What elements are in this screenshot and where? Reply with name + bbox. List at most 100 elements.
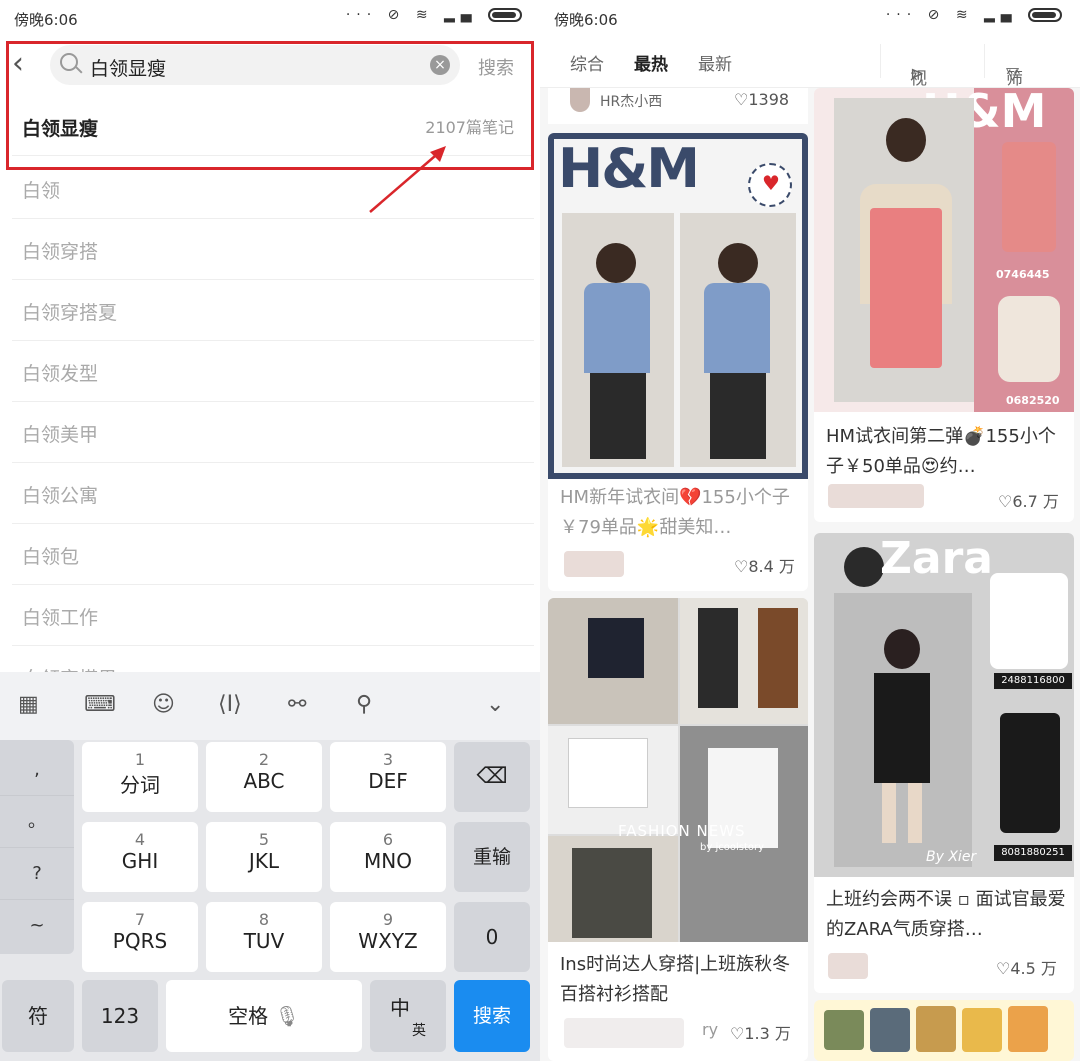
key-7[interactable]: 7PQRS: [82, 902, 198, 972]
keyboard-toolbar: ▦ ⌨ ☺ ⟨I⟩ ⚯ ⚲ ⌄: [0, 672, 540, 740]
suggestion-item[interactable]: 白领工作: [12, 585, 534, 646]
note-title: HM新年试衣间💔155小个子￥79单品🌟甜美知…: [560, 483, 800, 543]
key-8[interactable]: 8TUV: [206, 902, 322, 972]
status-time: 傍晚6:06: [554, 9, 618, 30]
battery-icon: [1028, 8, 1062, 22]
note-card-partial[interactable]: [814, 1000, 1074, 1061]
key-tilde[interactable]: ~: [0, 900, 74, 952]
key-2[interactable]: 2ABC: [206, 742, 322, 812]
reenter-key[interactable]: 重输: [454, 822, 530, 892]
like-count: ♡8.4 万: [734, 553, 795, 577]
like-count: ♡6.7 万: [998, 488, 1059, 512]
dress-product: [1000, 713, 1060, 833]
filter-icon: ▽: [1006, 64, 1019, 84]
author-blurred: [828, 953, 868, 979]
author-blurred: [564, 1018, 684, 1048]
search-suggestion-screen: 傍晚6:06 ··· ⊘ ≋ ▂▄ ‹ 白领显瘦 × 搜索 白领显瘦 2107篇…: [0, 0, 540, 1061]
suggestion-item[interactable]: 白领包: [12, 524, 534, 585]
note-cover-image: FASHION NEWS by jcoolstory: [548, 598, 808, 942]
result-tabs: 综合 最热 最新 视频 ⊳ 筛选 ▽: [540, 36, 1080, 88]
brand-text: Zara: [880, 533, 993, 584]
product-code: 0682520: [1006, 394, 1060, 407]
note-cover-image: H&M ♥: [548, 133, 808, 479]
key-period[interactable]: 。: [0, 796, 74, 848]
note-title: 上班约会两不误 ▫ 面试官最爱的ZARA气质穿搭…: [826, 885, 1066, 945]
note-card[interactable]: Zara 2488116800 8081880251 By Xier 上班约会两…: [814, 533, 1074, 993]
note-cover-image: H&M 0746445 0682520: [814, 88, 1074, 412]
keyboard-icon[interactable]: ⌨: [84, 692, 116, 717]
key-question[interactable]: ?: [0, 848, 74, 900]
suggestion-item[interactable]: 白领公寓: [12, 463, 534, 524]
tab-divider: [880, 44, 881, 78]
photo: [834, 593, 972, 867]
note-card-partial[interactable]: HR杰小西 ♡1398: [548, 88, 808, 124]
keyboard: , 。 ? ~ 1分词 2ABC 3DEF ⌫ 4GHI 5JKL 6MNO 重…: [0, 740, 540, 1061]
photo-left: [562, 213, 674, 467]
key-4[interactable]: 4GHI: [82, 822, 198, 892]
author-name: HR杰小西: [600, 91, 662, 111]
note-title: HM试衣间第二弹💣155小个子￥50单品😍约…: [826, 422, 1062, 482]
product-code: 8081880251: [994, 845, 1072, 861]
tab-divider: [984, 44, 985, 78]
space-key[interactable]: 空格 🎙: [166, 980, 362, 1052]
logo-dot: [844, 547, 884, 587]
symbol-key[interactable]: 符: [2, 980, 74, 1052]
brand-text: H&M: [558, 137, 698, 200]
key-1[interactable]: 1分词: [82, 742, 198, 812]
suggestion-item[interactable]: 白领发型: [12, 341, 534, 402]
photo: [834, 98, 974, 402]
key-comma[interactable]: ,: [0, 744, 74, 796]
heart-badge-icon: ♥: [748, 163, 792, 207]
suggestion-item[interactable]: 白领: [12, 158, 534, 219]
battery-icon: [488, 8, 522, 22]
mic-icon: 🎙: [274, 1004, 299, 1028]
suggestion-item[interactable]: 白领穿搭夏: [12, 280, 534, 341]
language-key[interactable]: 中英: [370, 980, 446, 1052]
backspace-key[interactable]: ⌫: [454, 742, 530, 812]
note-title: Ins时尚达人穿搭|上班族秋冬百搭衬衫搭配: [560, 950, 800, 1010]
heart-icon: ♡: [998, 492, 1012, 511]
note-card[interactable]: H&M 0746445 0682520 HM试衣间第二弹💣155小个子￥50单品…: [814, 88, 1074, 522]
key-6[interactable]: 6MNO: [330, 822, 446, 892]
suggestion-item[interactable]: 白领穿搭: [12, 219, 534, 280]
status-icons: ··· ⊘ ≋ ▂▄: [346, 7, 522, 23]
backspace-icon: ⌫: [476, 764, 507, 789]
collapse-icon[interactable]: ⌄: [486, 692, 504, 717]
photo-right: [680, 213, 796, 467]
grid-icon[interactable]: ▦: [18, 692, 39, 717]
key-3[interactable]: 3DEF: [330, 742, 446, 812]
punctuation-column: , 。 ? ~: [0, 740, 74, 954]
space-label: 空格: [228, 1004, 268, 1028]
tab-new[interactable]: 最新: [698, 50, 732, 75]
author-blurred: [828, 484, 924, 508]
note-card[interactable]: H&M ♥ HM新年试衣间💔155小个子￥79单品🌟甜美知… ♡8.4 万: [548, 133, 808, 591]
status-bar: 傍晚6:06 ··· ⊘ ≋ ▂▄: [0, 0, 540, 36]
cursor-icon[interactable]: ⟨I⟩: [218, 692, 242, 717]
number-key[interactable]: 123: [82, 980, 158, 1052]
like-count: ♡1398: [734, 90, 789, 109]
status-icons: ··· ⊘ ≋ ▂▄: [886, 7, 1062, 23]
heart-icon: ♡: [734, 90, 748, 109]
product-code: 2488116800: [994, 673, 1072, 689]
suggestion-item[interactable]: 白领美甲: [12, 402, 534, 463]
search-icon[interactable]: ⚲: [356, 692, 372, 717]
author-name-tail: ry: [702, 1020, 718, 1039]
link-icon[interactable]: ⚯: [288, 692, 306, 717]
heart-icon: ♡: [734, 557, 748, 576]
key-5[interactable]: 5JKL: [206, 822, 322, 892]
play-icon: ⊳: [910, 64, 924, 84]
tab-hot[interactable]: 最热: [634, 50, 668, 75]
screenshot-composite: 傍晚6:06 ··· ⊘ ≋ ▂▄ ‹ 白领显瘦 × 搜索 白领显瘦 2107篇…: [0, 0, 1080, 1061]
avatar: [570, 88, 590, 112]
tab-all[interactable]: 综合: [570, 50, 604, 75]
key-9[interactable]: 9WXYZ: [330, 902, 446, 972]
like-count: ♡4.5 万: [996, 955, 1057, 979]
watermark: FASHION NEWS: [618, 822, 746, 840]
watermark-sub: by jcoolstory: [700, 842, 764, 853]
sweater-product: [998, 296, 1060, 382]
signature: By Xier: [926, 849, 976, 865]
search-key[interactable]: 搜索: [454, 980, 530, 1052]
key-0[interactable]: 0: [454, 902, 530, 972]
note-card[interactable]: FASHION NEWS by jcoolstory Ins时尚达人穿搭|上班族…: [548, 598, 808, 1061]
emoji-icon[interactable]: ☺: [152, 692, 175, 717]
